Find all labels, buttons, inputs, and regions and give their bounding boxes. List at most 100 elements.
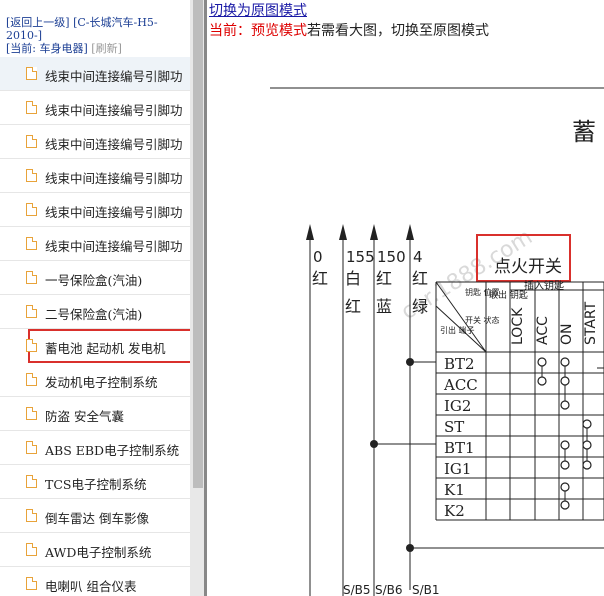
list-item[interactable]: 蓄电池 起动机 发电机 (26, 329, 190, 363)
document-icon (26, 475, 37, 488)
document-icon (26, 67, 37, 80)
list-item-label: 发动机电子控制系统 (45, 375, 158, 390)
terminal-label: BT1 (444, 439, 475, 457)
wire-color-char: 红 (345, 297, 361, 316)
bottom-label-1: S/B5 (343, 583, 371, 596)
document-list: 线束中间连接编号引脚功 线束中间连接编号引脚功 线束中间连接编号引脚功 线束中间连接编… (0, 57, 190, 596)
list-item[interactable]: 一号保险盒(汽油) (0, 261, 190, 295)
junction-dot (406, 358, 414, 366)
list-item-label: 线束中间连接编号引脚功 (45, 205, 183, 220)
list-item-label: 一号保险盒(汽油) (45, 273, 143, 288)
wire-color-char: 红 (376, 269, 392, 288)
wire-color-char: 红 (312, 269, 328, 288)
contact-circle (537, 357, 547, 367)
terminal-label: BT2 (444, 355, 475, 373)
wire-color-char: 红 (412, 269, 428, 288)
document-icon (26, 441, 37, 454)
header-insert-key: 插入钥匙 (524, 279, 564, 292)
list-item[interactable]: 线束中间连接编号引脚功 (0, 193, 190, 227)
wire-color-char: 蓝 (376, 297, 392, 316)
bottom-label-2: S/B6 (375, 583, 403, 596)
document-icon (26, 407, 37, 420)
wire-number: 0 (313, 248, 323, 266)
list-item-label: 二号保险盒(汽油) (45, 307, 143, 322)
terminal-label: IG1 (444, 460, 471, 478)
document-icon (26, 509, 37, 522)
list-item[interactable]: 线束中间连接编号引脚功 (0, 57, 190, 91)
list-item-label: 线束中间连接编号引脚功 (45, 103, 183, 118)
mode-prefix: 当前： (209, 23, 251, 39)
contact-circle (560, 482, 570, 492)
terminal-label: K1 (444, 481, 465, 499)
list-item[interactable]: 线束中间连接编号引脚功 (0, 227, 190, 261)
position-label: ACC (535, 316, 551, 345)
contact-circle (582, 419, 592, 429)
terminal-label: IG2 (444, 397, 471, 415)
list-item-label: 电喇叭 组合仪表 (45, 579, 137, 594)
document-icon (26, 101, 37, 114)
list-item[interactable]: ABS EBD电子控制系统 (0, 431, 190, 465)
document-icon (26, 577, 37, 590)
list-item[interactable]: 电喇叭 组合仪表 (0, 567, 190, 596)
back-link[interactable]: [返回上一级] (6, 16, 70, 29)
position-label: ON (559, 324, 575, 346)
list-item[interactable]: 防盗 安全气囊 (0, 397, 190, 431)
refresh-link[interactable]: [刷新] (91, 42, 122, 55)
list-item-label: ABS EBD电子控制系统 (45, 443, 180, 458)
list-item-label: 倒车雷达 倒车影像 (45, 511, 149, 526)
wire-color-char: 白 (345, 269, 361, 288)
list-item[interactable]: 线束中间连接编号引脚功 (0, 91, 190, 125)
wire-arrow (406, 224, 414, 240)
terminal-label: ACC (443, 376, 478, 394)
list-item[interactable]: 线束中间连接编号引脚功 (0, 125, 190, 159)
header-switch-state: 开关 状态 (465, 315, 500, 325)
mode-name: 预览模式 (251, 23, 307, 39)
list-item[interactable]: AWD电子控制系统 (0, 533, 190, 567)
position-label: START (583, 301, 599, 345)
wire-arrow (370, 224, 378, 240)
contact-circle (582, 440, 592, 450)
list-item[interactable]: 二号保险盒(汽油) (0, 295, 190, 329)
contact-circle (560, 400, 570, 410)
header-key-out: 取出 钥匙 (489, 289, 528, 301)
list-item-label: 线束中间连接编号引脚功 (45, 137, 183, 152)
contact-circle (560, 500, 570, 510)
document-icon (26, 339, 37, 352)
header-terminal: 引出 端子 (440, 325, 475, 335)
wire-number: 150 (377, 248, 406, 266)
document-icon (26, 237, 37, 250)
list-item-label: 蓄电池 起动机 发电机 (45, 341, 166, 356)
list-item[interactable]: 倒车雷达 倒车影像 (0, 499, 190, 533)
switch-title: 点火开关 (494, 257, 562, 277)
list-item-label: 线束中间连接编号引脚功 (45, 171, 183, 186)
sidebar-scrollbar-thumb[interactable] (193, 0, 203, 488)
list-item-label: AWD电子控制系统 (45, 545, 152, 560)
terminal-label: K2 (444, 502, 465, 520)
wire-number: 4 (413, 248, 423, 266)
contact-circle (560, 460, 570, 470)
wire-color-char: 绿 (412, 297, 428, 316)
sidebar: [返回上一级] [C-长城汽车-H5-2010-] [当前: 车身电器] [刷新… (0, 0, 190, 596)
terminal-label: ST (444, 418, 464, 436)
contact-circle (560, 440, 570, 450)
list-item-label: TCS电子控制系统 (45, 477, 147, 492)
document-icon (26, 169, 37, 182)
list-item[interactable]: 线束中间连接编号引脚功 (0, 159, 190, 193)
document-icon (26, 373, 37, 386)
current-prefix: [当前: (6, 42, 36, 55)
switch-to-original-link[interactable]: 切换为原图模式 (209, 0, 307, 20)
bottom-label-3: S/B1 (412, 583, 440, 596)
contact-circle (537, 376, 547, 386)
contact-circle (560, 376, 570, 386)
current-category: 车身电器] (39, 42, 88, 55)
list-item-label: 线束中间连接编号引脚功 (45, 69, 183, 84)
junction-dot (370, 440, 378, 448)
list-item-label: 线束中间连接编号引脚功 (45, 239, 183, 254)
wire-arrow (306, 224, 314, 240)
list-item[interactable]: 发动机电子控制系统 (0, 363, 190, 397)
wiring-diagram: car.1888.com蓄点火开关0红155白红150红蓝4红绿S/B5 S/B6… (270, 87, 604, 596)
junction-dot (406, 544, 414, 552)
wire-number: 155 (346, 248, 375, 266)
list-item[interactable]: TCS电子控制系统 (0, 465, 190, 499)
document-icon (26, 305, 37, 318)
